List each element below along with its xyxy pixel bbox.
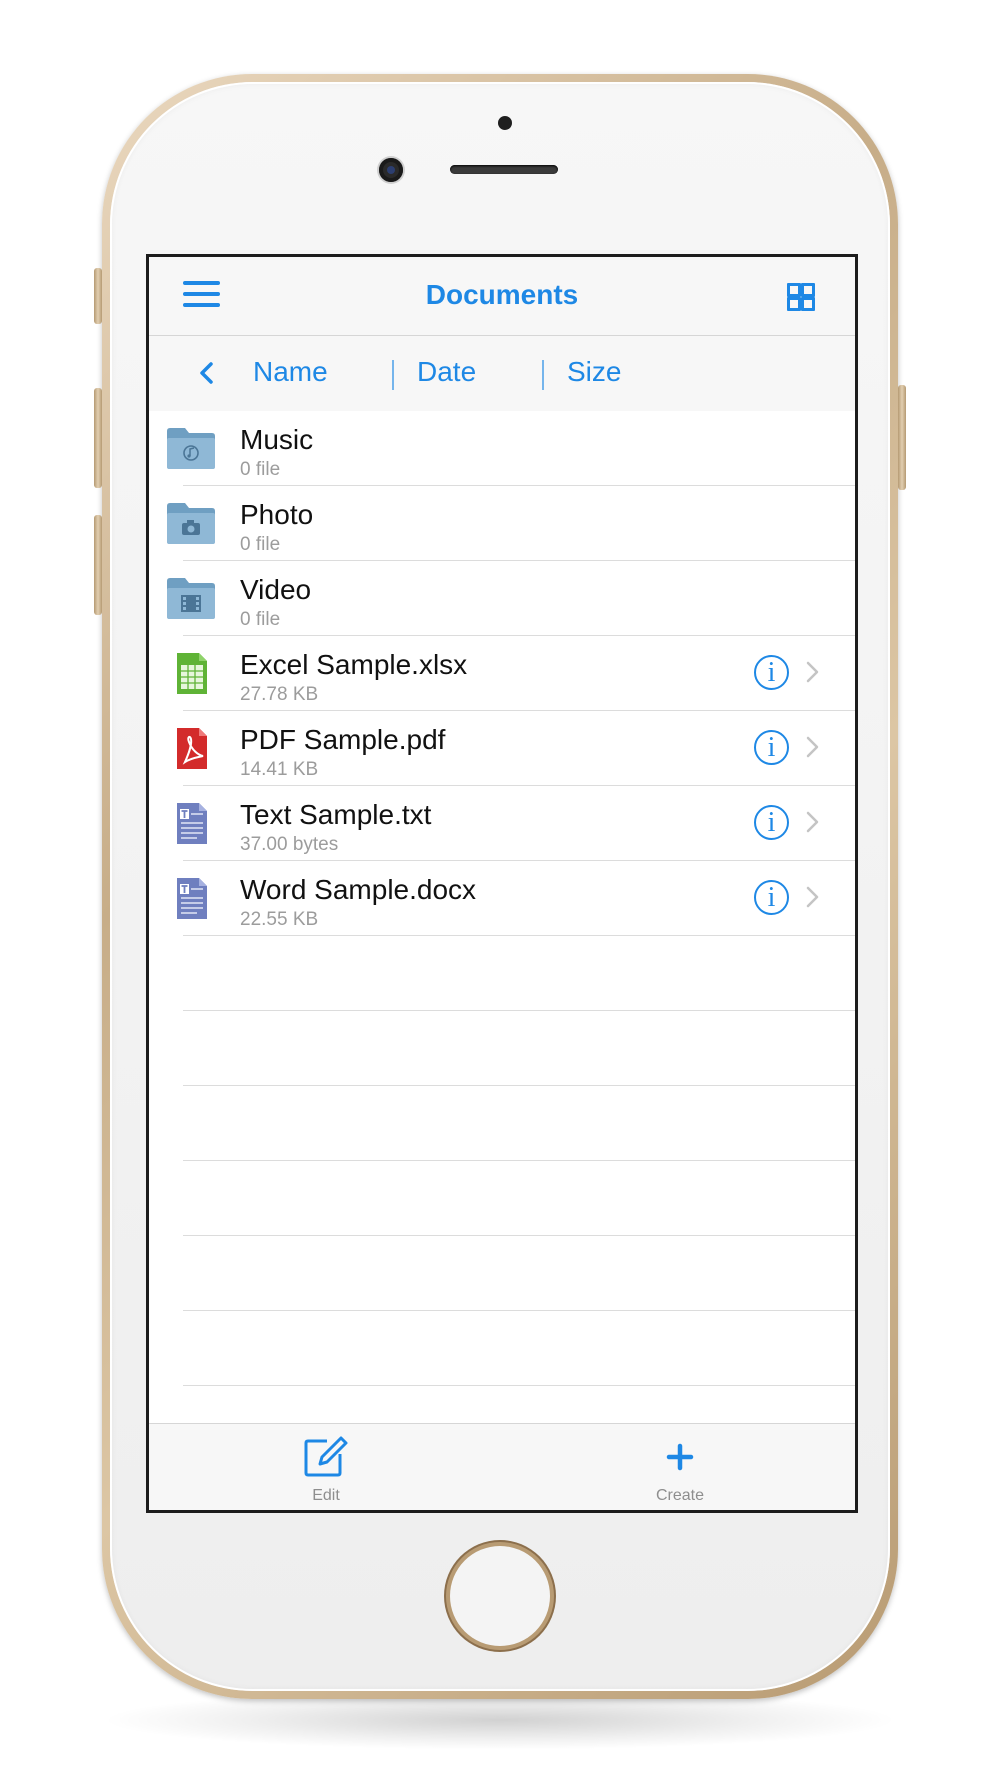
edit-label: Edit: [312, 1487, 340, 1504]
phone-shadow: [100, 1690, 900, 1750]
item-name: Word Sample.docx: [240, 874, 477, 905]
chevron-right-icon[interactable]: [806, 661, 819, 683]
power-button: [898, 385, 906, 490]
app-screen: Documents Name Date Size Music 0 file Ph…: [146, 254, 858, 1513]
create-button[interactable]: Create: [620, 1434, 740, 1505]
item-name: PDF Sample.pdf: [240, 724, 446, 755]
empty-row: [149, 1086, 855, 1161]
chevron-left-icon[interactable]: [197, 362, 215, 384]
sort-divider: [392, 360, 394, 390]
chevron-right-icon[interactable]: [806, 811, 819, 833]
item-detail: 27.78 KB: [240, 684, 319, 705]
text-file-icon: [177, 803, 207, 844]
page-title: Documents: [425, 279, 579, 310]
item-detail: 0 file: [240, 609, 281, 630]
info-button[interactable]: i: [754, 655, 789, 690]
item-name: Photo: [240, 499, 314, 530]
item-detail: 0 file: [240, 534, 281, 555]
create-label: Create: [655, 1487, 705, 1504]
sort-by-name[interactable]: Name: [253, 356, 328, 388]
file-list: Music 0 file Photo 0 file Video 0 file E…: [149, 411, 855, 1386]
empty-row: [149, 1236, 855, 1311]
item-detail: 37.00 bytes: [240, 834, 339, 855]
list-item[interactable]: Photo 0 file: [149, 486, 855, 561]
info-button[interactable]: i: [754, 880, 789, 915]
mute-switch: [94, 268, 102, 324]
earpiece-speaker: [450, 165, 558, 174]
item-detail: 22.55 KB: [240, 909, 319, 930]
plus-icon: [666, 1443, 694, 1471]
pdf-file-icon: [177, 728, 207, 769]
item-name: Text Sample.txt: [240, 799, 432, 830]
chevron-right-icon[interactable]: [806, 736, 819, 758]
list-item[interactable]: Video 0 file: [149, 561, 855, 636]
proximity-sensor: [498, 116, 512, 130]
home-button[interactable]: [450, 1546, 550, 1646]
list-item[interactable]: PDF Sample.pdf 14.41 KB i: [149, 711, 855, 786]
volume-down-button: [94, 515, 102, 615]
front-camera: [379, 158, 403, 182]
navigation-bar: Documents: [149, 257, 855, 336]
list-item[interactable]: Text Sample.txt 37.00 bytes i: [149, 786, 855, 861]
sort-by-date[interactable]: Date: [417, 356, 476, 388]
chevron-right-icon[interactable]: [806, 886, 819, 908]
edit-compose-icon: [304, 1436, 348, 1477]
item-name: Video: [240, 574, 312, 605]
video-folder-icon: [167, 578, 215, 619]
sort-by-size[interactable]: Size: [567, 356, 621, 388]
empty-row: [149, 1011, 855, 1086]
empty-row: [149, 1311, 855, 1386]
grid-view-icon[interactable]: [787, 283, 815, 311]
item-detail: 14.41 KB: [240, 759, 319, 780]
sort-bar: Name Date Size: [149, 336, 855, 411]
item-name: Music: [240, 424, 314, 455]
list-item[interactable]: Music 0 file: [149, 411, 855, 486]
edit-button[interactable]: Edit: [266, 1434, 386, 1505]
volume-up-button: [94, 388, 102, 488]
info-button[interactable]: i: [754, 805, 789, 840]
item-detail: 0 file: [240, 459, 281, 480]
empty-row: [149, 936, 855, 1011]
music-folder-icon: [167, 428, 215, 469]
bottom-toolbar: Edit Create: [149, 1423, 855, 1510]
word-file-icon: [177, 878, 207, 919]
list-item[interactable]: Excel Sample.xlsx 27.78 KB i: [149, 636, 855, 711]
camera-folder-icon: [167, 503, 215, 544]
empty-row: [149, 1161, 855, 1236]
sort-divider: [542, 360, 544, 390]
info-button[interactable]: i: [754, 730, 789, 765]
item-name: Excel Sample.xlsx: [240, 649, 468, 680]
excel-file-icon: [177, 653, 207, 694]
list-item[interactable]: Word Sample.docx 22.55 KB i: [149, 861, 855, 936]
